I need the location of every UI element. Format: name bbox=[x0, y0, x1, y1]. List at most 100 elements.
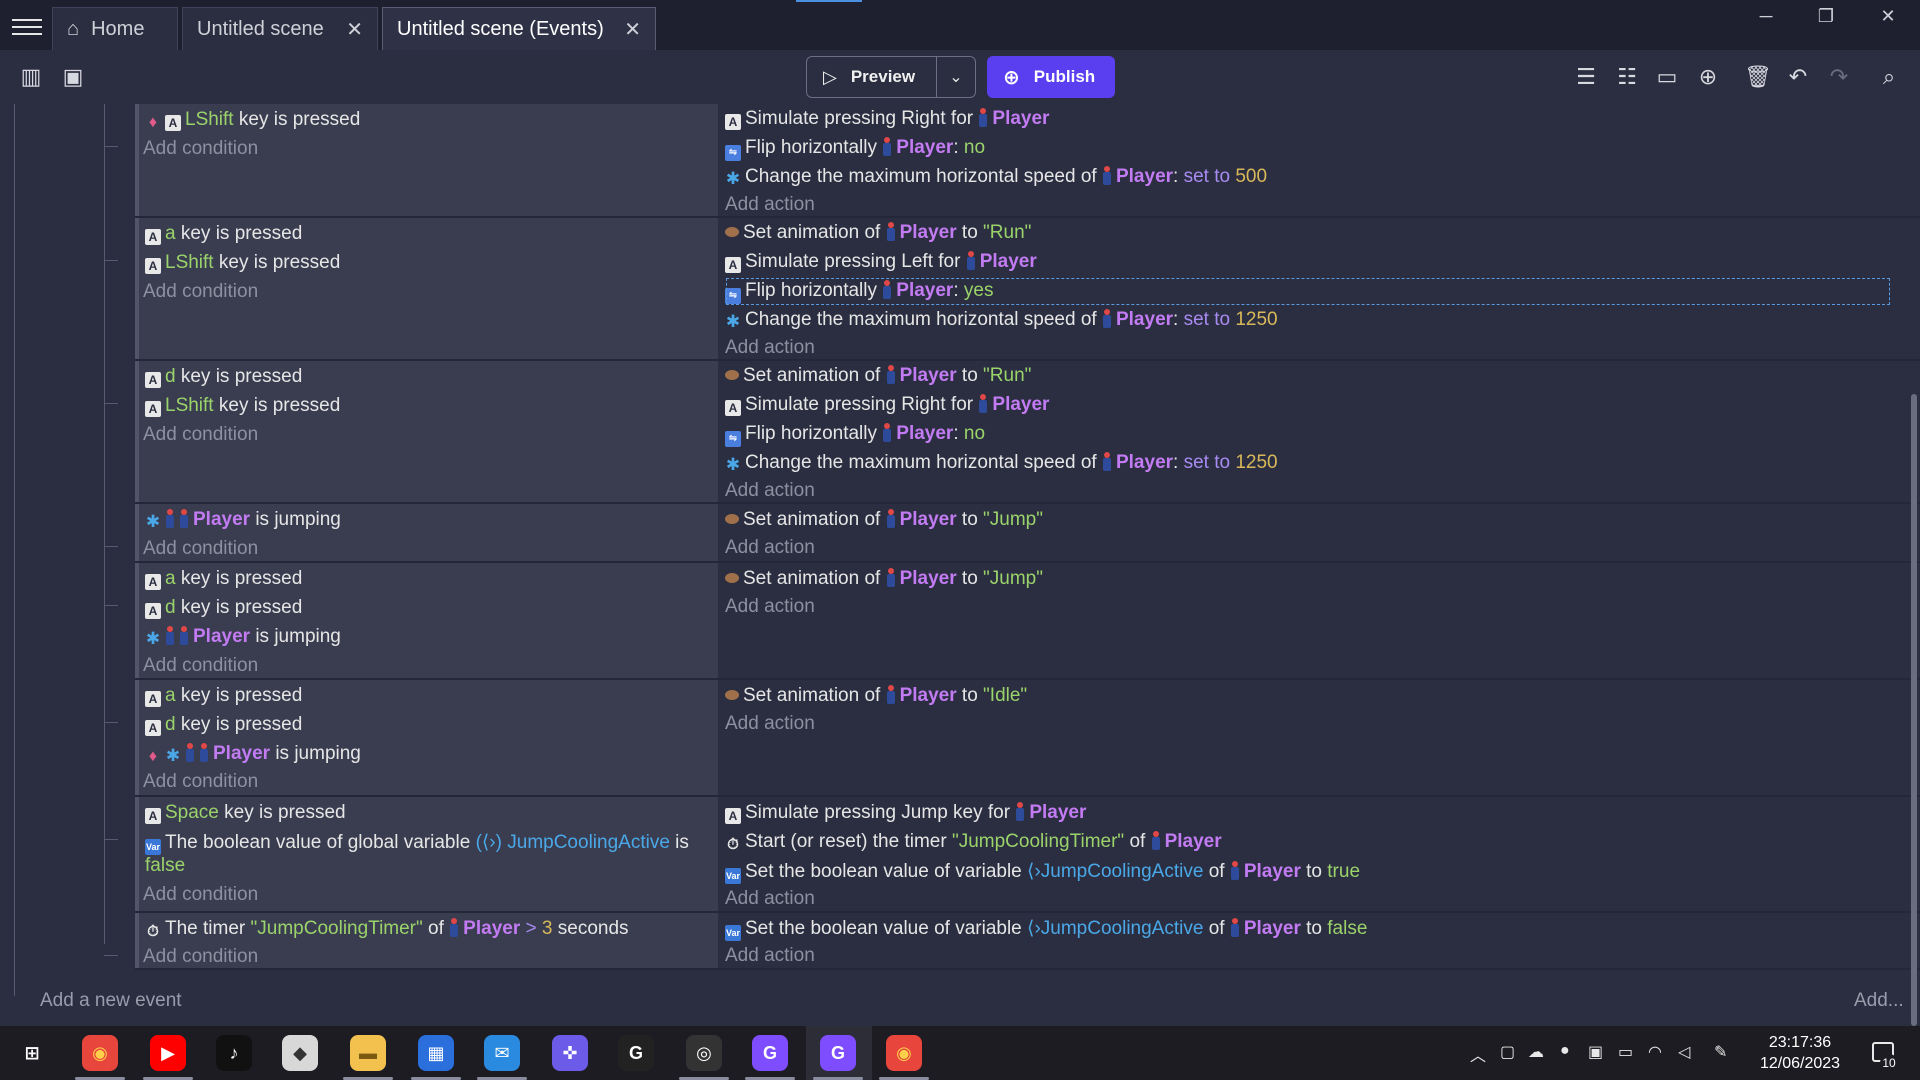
condition-line[interactable]: A Space key is pressed bbox=[145, 802, 346, 824]
condition-line[interactable]: Var The boolean value of global variable … bbox=[145, 831, 689, 855]
add-event-icon[interactable]: ☰ bbox=[1571, 62, 1601, 92]
game-controller-icon[interactable]: ✜ bbox=[552, 1035, 588, 1071]
gdevelop-icon[interactable]: G bbox=[820, 1035, 856, 1071]
action-line[interactable]: A Simulate pressing Jump key for Player bbox=[725, 802, 1086, 824]
mail-icon[interactable]: ✉ bbox=[484, 1035, 520, 1071]
add-action-link[interactable]: Add action bbox=[725, 713, 815, 735]
action-line[interactable]: ⇋ Flip horizontally Player: no bbox=[725, 137, 985, 161]
meet-icon[interactable]: ▢ bbox=[1500, 1042, 1515, 1062]
condition-line[interactable]: ✱ Player is jumping bbox=[145, 509, 341, 531]
add-action-link[interactable]: Add action bbox=[725, 596, 815, 618]
undo-icon[interactable]: ↶ bbox=[1783, 62, 1813, 92]
start-icon[interactable]: ⊞ bbox=[14, 1035, 50, 1071]
condition-line[interactable]: A LShift key is pressed bbox=[145, 252, 340, 274]
tiktok-icon[interactable]: ♪ bbox=[216, 1035, 252, 1071]
youtube-icon[interactable]: ▶ bbox=[150, 1035, 186, 1071]
condition-line[interactable]: A LShift key is pressed bbox=[145, 395, 340, 417]
add-new-event-link[interactable]: Add a new event bbox=[40, 990, 182, 1012]
action-line[interactable]: A Simulate pressing Left for Player bbox=[725, 251, 1037, 273]
action-line[interactable]: ✱ Change the maximum horizontal speed of … bbox=[725, 452, 1278, 474]
tab-untitled-scene-events[interactable]: Untitled scene (Events) ✕ bbox=[382, 7, 656, 50]
battery-icon[interactable]: ▭ bbox=[1618, 1042, 1633, 1062]
add-comment-icon[interactable]: ▭ bbox=[1652, 62, 1682, 92]
chrome-icon[interactable]: ◉ bbox=[886, 1035, 922, 1071]
tree-connector bbox=[104, 546, 118, 547]
minimize-icon[interactable]: ─ bbox=[1736, 0, 1796, 32]
condition-line[interactable]: Aa key is pressed bbox=[145, 223, 302, 245]
action-line[interactable]: Set animation of Player to "Run" bbox=[725, 365, 1031, 387]
tab-untitled-scene[interactable]: Untitled scene ✕ bbox=[182, 7, 378, 50]
add-action-link[interactable]: Add action bbox=[725, 480, 815, 502]
close-icon[interactable]: ✕ bbox=[624, 17, 641, 42]
add-action-link[interactable]: Add action bbox=[725, 945, 815, 967]
roblox-icon[interactable]: ◆ bbox=[282, 1035, 318, 1071]
add-condition-link[interactable]: Add condition bbox=[143, 946, 258, 968]
condition-line[interactable]: Ad key is pressed bbox=[145, 597, 302, 619]
condition-line[interactable]: Aa key is pressed bbox=[145, 685, 302, 707]
action-line[interactable]: Var Set the boolean value of variable ⟨›J… bbox=[725, 860, 1360, 884]
action-line[interactable]: A Simulate pressing Right for Player bbox=[725, 394, 1049, 416]
action-line[interactable]: Set animation of Player to "Jump" bbox=[725, 568, 1043, 590]
add-condition-link[interactable]: Add condition bbox=[143, 884, 258, 906]
add-more-button[interactable]: Add... bbox=[1854, 990, 1904, 1012]
action-line[interactable]: Set animation of Player to "Idle" bbox=[725, 685, 1027, 707]
onedrive-icon[interactable]: ☁ bbox=[1528, 1042, 1544, 1062]
pen-icon[interactable]: ✎ bbox=[1714, 1042, 1727, 1062]
delete-icon[interactable]: 🗑 bbox=[1743, 62, 1773, 92]
chevron-down-icon[interactable]: ⌄ bbox=[937, 67, 975, 87]
add-action-link[interactable]: Add action bbox=[725, 194, 815, 216]
condition-line[interactable]: false bbox=[145, 855, 185, 877]
gdevelop-icon[interactable]: G bbox=[752, 1035, 788, 1071]
hamburger-menu-icon[interactable] bbox=[12, 14, 42, 36]
add-action-link[interactable]: Add action bbox=[725, 337, 815, 359]
redo-icon[interactable]: ↷ bbox=[1824, 62, 1854, 92]
logitech-g-icon[interactable]: G bbox=[618, 1035, 654, 1071]
action-line[interactable]: Set animation of Player to "Jump" bbox=[725, 509, 1043, 531]
action-line[interactable]: Set animation of Player to "Run" bbox=[725, 222, 1031, 244]
display-icon[interactable]: ▣ bbox=[1588, 1042, 1603, 1062]
add-condition-link[interactable]: Add condition bbox=[143, 538, 258, 560]
condition-line[interactable]: ♦ A LShift key is pressed bbox=[145, 109, 360, 131]
condition-line[interactable]: Ad key is pressed bbox=[145, 714, 302, 736]
action-line[interactable]: ✱ Change the maximum horizontal speed of … bbox=[725, 166, 1267, 188]
microphone-icon[interactable]: ● bbox=[1560, 1042, 1570, 1060]
action-line[interactable]: ⏱ Start (or reset) the timer "JumpCooling… bbox=[725, 831, 1222, 853]
chevron-up-icon[interactable]: ︿ bbox=[1470, 1042, 1486, 1066]
volume-icon[interactable]: ◁ bbox=[1678, 1042, 1690, 1062]
action-line[interactable]: ⇋ Flip horizontally Player: no bbox=[725, 423, 985, 447]
action-line[interactable]: ✱ Change the maximum horizontal speed of … bbox=[725, 309, 1278, 331]
scrollbar[interactable] bbox=[1911, 394, 1917, 1026]
save-icon[interactable]: ▣ bbox=[58, 62, 88, 92]
condition-line[interactable]: Aa key is pressed bbox=[145, 568, 302, 590]
condition-line[interactable]: ✱ Player is jumping bbox=[145, 626, 341, 648]
close-window-icon[interactable]: ✕ bbox=[1856, 0, 1920, 32]
add-action-link[interactable]: Add action bbox=[725, 888, 815, 910]
obs-icon[interactable]: ◎ bbox=[686, 1035, 722, 1071]
add-action-link[interactable]: Add action bbox=[725, 537, 815, 559]
add-condition-link[interactable]: Add condition bbox=[143, 771, 258, 793]
publish-button[interactable]: ⊕ Publish bbox=[987, 56, 1115, 98]
panels-icon[interactable]: ▥ bbox=[16, 62, 46, 92]
add-condition-link[interactable]: Add condition bbox=[143, 138, 258, 160]
clock[interactable]: 23:17:36 12/06/2023 bbox=[1740, 1032, 1860, 1074]
add-condition-link[interactable]: Add condition bbox=[143, 424, 258, 446]
chrome-icon[interactable]: ◉ bbox=[82, 1035, 118, 1071]
add-condition-link[interactable]: Add condition bbox=[143, 281, 258, 303]
text-segment: key is pressed bbox=[233, 109, 361, 130]
close-icon[interactable]: ✕ bbox=[346, 17, 363, 42]
tab-home[interactable]: ⌂ Home bbox=[52, 7, 178, 50]
microsoft-store-icon[interactable]: ▦ bbox=[418, 1035, 454, 1071]
maximize-icon[interactable]: ❐ bbox=[1796, 0, 1856, 32]
wifi-icon[interactable]: ◠ bbox=[1648, 1042, 1662, 1062]
action-line[interactable]: A Simulate pressing Right for Player bbox=[725, 108, 1049, 130]
file-explorer-icon[interactable]: ▬ bbox=[350, 1035, 386, 1071]
search-icon[interactable]: ⌕ bbox=[1874, 62, 1904, 92]
add-condition-link[interactable]: Add condition bbox=[143, 655, 258, 677]
condition-line[interactable]: ♦ ✱ Player is jumping bbox=[145, 743, 361, 765]
add-subevent-icon[interactable]: ☷ bbox=[1612, 62, 1642, 92]
add-icon[interactable]: ⊕ bbox=[1693, 62, 1723, 92]
preview-button[interactable]: ▷ Preview bbox=[807, 57, 937, 97]
condition-line[interactable]: Ad key is pressed bbox=[145, 366, 302, 388]
condition-line[interactable]: ⏱ The timer "JumpCoolingTimer" of Player … bbox=[145, 918, 629, 940]
action-line[interactable]: Var Set the boolean value of variable ⟨›J… bbox=[725, 917, 1367, 941]
